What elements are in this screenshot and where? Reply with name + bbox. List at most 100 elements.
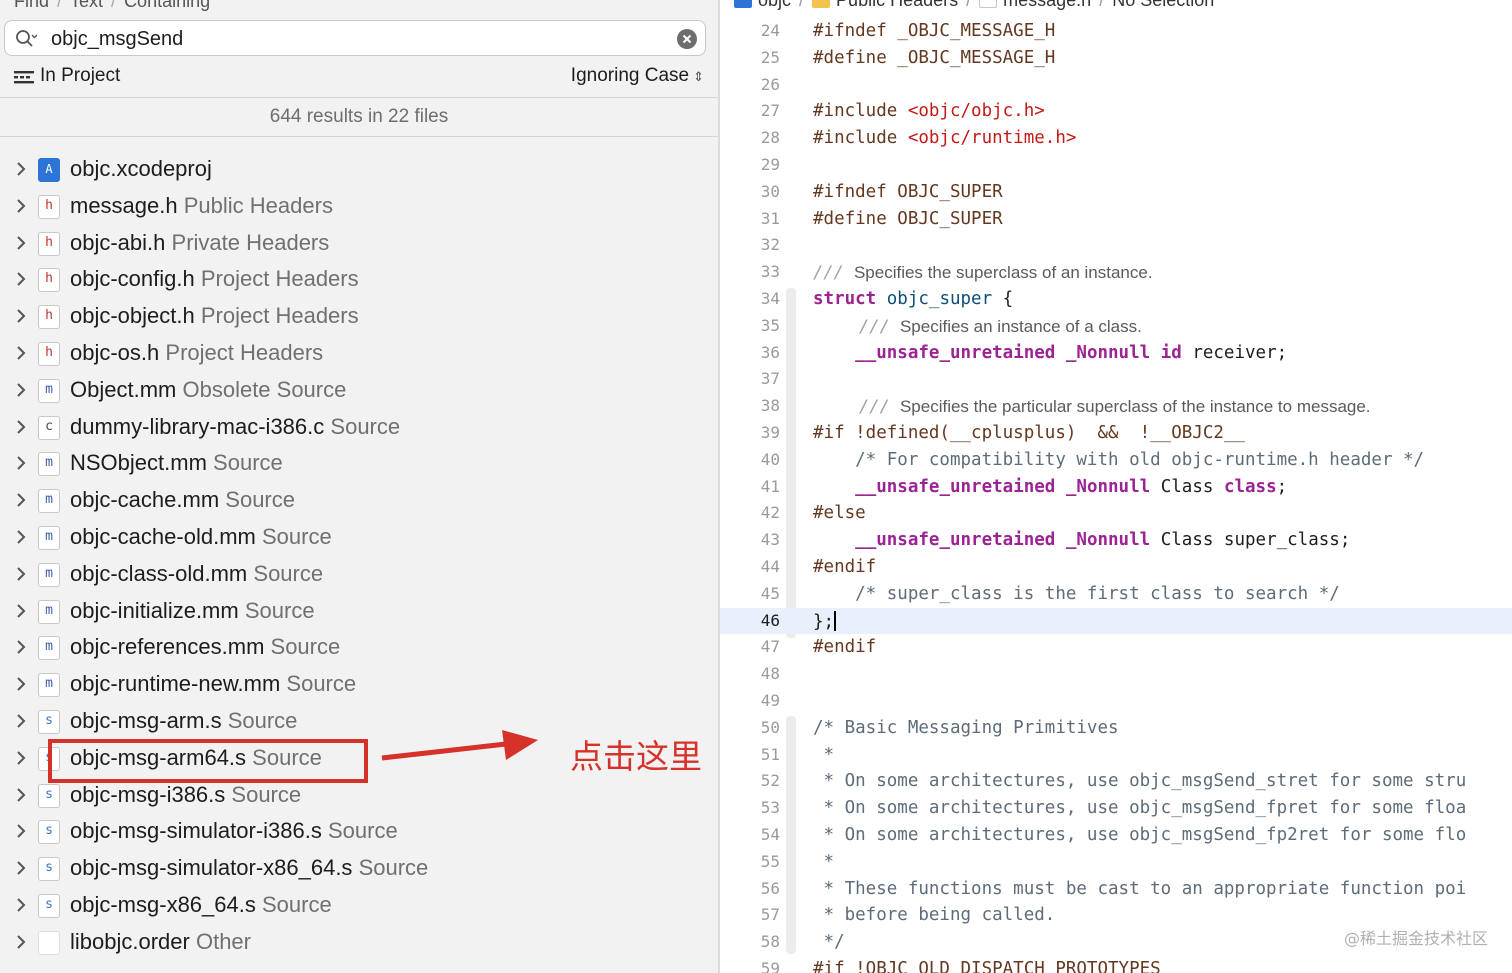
result-row[interactable]: h message.h Public Headers	[0, 189, 718, 226]
disclosure-chevron-icon[interactable]	[14, 787, 28, 803]
disclosure-chevron-icon[interactable]	[14, 235, 28, 251]
result-row[interactable]: m objc-cache-old.mm Source	[0, 520, 718, 557]
result-row[interactable]: s objc-msg-i386.s Source	[0, 778, 718, 815]
code-line[interactable]: 50 /* Basic Messaging Primitives	[720, 715, 1512, 742]
code-line[interactable]: 30 #ifndef OBJC_SUPER	[720, 179, 1512, 206]
result-row[interactable]: m objc-class-old.mm Source	[0, 557, 718, 594]
result-row[interactable]: m Object.mm Obsolete Source	[0, 373, 718, 410]
result-file-label: objc-config.h Project Headers	[70, 266, 359, 292]
disclosure-chevron-icon[interactable]	[14, 823, 28, 839]
code-line[interactable]: 59 #if !OBJC_OLD_DISPATCH_PROTOTYPES	[720, 956, 1512, 973]
scope-list-icon[interactable]	[14, 70, 34, 84]
source-editor[interactable]: objc / Public Headers / message.h / No Selecti…	[720, 0, 1512, 973]
disclosure-chevron-icon[interactable]	[14, 161, 28, 177]
code-line[interactable]: 46};	[720, 607, 1512, 635]
result-row[interactable]: s objc-msg-x86_64.s Source	[0, 888, 718, 925]
file-type-icon: s	[38, 820, 60, 845]
code-line[interactable]: 38 /// Specifies the particular superclas…	[720, 393, 1512, 420]
result-row[interactable]: m NSObject.mm Source	[0, 446, 718, 483]
code-line[interactable]: 36 __unsafe_unretained _Nonnull id recei…	[720, 340, 1512, 367]
jump-bar-selection[interactable]: No Selection	[1112, 0, 1214, 10]
disclosure-chevron-icon[interactable]	[14, 934, 28, 950]
search-scope-button[interactable]: In Project	[40, 65, 120, 87]
result-file-group: Project Headers	[200, 303, 359, 329]
code-line[interactable]: 43 __unsafe_unretained _Nonnull Class su…	[720, 527, 1512, 554]
code-line[interactable]: 54 * On some architectures, use objc_msg…	[720, 822, 1512, 849]
code-line[interactable]: 26	[720, 72, 1512, 99]
disclosure-chevron-icon[interactable]	[14, 603, 28, 619]
disclosure-chevron-icon[interactable]	[14, 271, 28, 287]
search-field[interactable]	[4, 20, 706, 56]
code-line[interactable]: 49	[720, 688, 1512, 715]
disclosure-chevron-icon[interactable]	[14, 566, 28, 582]
code-line[interactable]: 44 #endif	[720, 554, 1512, 581]
disclosure-chevron-icon[interactable]	[14, 529, 28, 545]
code-token: * These functions must be cast to an app…	[813, 878, 1467, 899]
code-line[interactable]: 48	[720, 661, 1512, 688]
disclosure-chevron-icon[interactable]	[14, 419, 28, 435]
result-row[interactable]: h objc-config.h Project Headers	[0, 262, 718, 299]
code-line[interactable]: 34 struct objc_super {	[720, 286, 1512, 313]
search-icon[interactable]	[15, 29, 37, 49]
result-row[interactable]: Aobjc.xcodeproj	[0, 152, 718, 189]
code-line[interactable]: 35 /// Specifies an instance of a class.	[720, 313, 1512, 340]
result-row[interactable]: m objc-initialize.mm Source	[0, 594, 718, 631]
search-input[interactable]	[51, 26, 661, 52]
find-mode-find[interactable]: Find	[14, 0, 49, 11]
disclosure-chevron-icon[interactable]	[14, 860, 28, 876]
disclosure-chevron-icon[interactable]	[14, 345, 28, 361]
code-line[interactable]: 27 #include <objc/objc.h>	[720, 98, 1512, 125]
jump-bar-file[interactable]: message.h	[1003, 0, 1091, 10]
file-type-icon: s	[38, 857, 60, 882]
code-line[interactable]: 28 #include <objc/runtime.h>	[720, 125, 1512, 152]
jump-bar-project[interactable]: objc	[758, 0, 791, 10]
code-line[interactable]: 41 __unsafe_unretained _Nonnull Class cl…	[720, 474, 1512, 501]
disclosure-chevron-icon[interactable]	[14, 750, 28, 766]
code-line[interactable]: 52 * On some architectures, use objc_msg…	[720, 768, 1512, 795]
result-row[interactable]: s objc-msg-simulator-x86_64.s Source	[0, 851, 718, 888]
line-number: 48	[760, 664, 780, 684]
result-row[interactable]: m objc-runtime-new.mm Source	[0, 667, 718, 704]
jump-bar-group[interactable]: Public Headers	[836, 0, 958, 10]
find-mode-text[interactable]: Text	[70, 0, 103, 11]
disclosure-chevron-icon[interactable]	[14, 382, 28, 398]
disclosure-chevron-icon[interactable]	[14, 897, 28, 913]
result-row[interactable]: h objc-abi.h Private Headers	[0, 226, 718, 263]
disclosure-chevron-icon[interactable]	[14, 198, 28, 214]
result-row[interactable]: h objc-os.h Project Headers	[0, 336, 718, 373]
disclosure-chevron-icon[interactable]	[14, 308, 28, 324]
result-row[interactable]: s objc-msg-simulator-i386.s Source	[0, 814, 718, 851]
result-row[interactable]: libobjc.order Other	[0, 925, 718, 962]
code-line[interactable]: 25 #define _OBJC_MESSAGE_H	[720, 45, 1512, 72]
disclosure-chevron-icon[interactable]	[14, 455, 28, 471]
code-line[interactable]: 42 #else	[720, 500, 1512, 527]
disclosure-chevron-icon[interactable]	[14, 639, 28, 655]
code-line[interactable]: 51 *	[720, 742, 1512, 769]
code-line[interactable]: 39 #if !defined(__cplusplus) && !__OBJC2_…	[720, 420, 1512, 447]
clear-search-icon[interactable]	[677, 29, 697, 49]
result-file-group: Source	[262, 892, 332, 917]
find-mode-containing[interactable]: Containing	[124, 0, 210, 11]
code-line[interactable]: 47 #endif	[720, 634, 1512, 661]
code-line[interactable]: 45 /* super_class is the first class to …	[720, 581, 1512, 608]
code-line[interactable]: 37	[720, 366, 1512, 393]
code-line[interactable]: 29	[720, 152, 1512, 179]
code-line[interactable]: 24 #ifndef _OBJC_MESSAGE_H	[720, 18, 1512, 45]
code-line[interactable]: 55 *	[720, 849, 1512, 876]
disclosure-chevron-icon[interactable]	[14, 713, 28, 729]
case-sensitivity-select[interactable]: Ignoring Case ⇕	[571, 65, 704, 87]
code-line[interactable]: 56 * These functions must be cast to an …	[720, 876, 1512, 903]
code-line[interactable]: 33 /// Specifies the superclass of an ins…	[720, 259, 1512, 286]
code-line[interactable]: 53 * On some architectures, use objc_msg…	[720, 795, 1512, 822]
result-row[interactable]: m objc-references.mm Source	[0, 630, 718, 667]
result-row[interactable]: h objc-object.h Project Headers	[0, 299, 718, 336]
find-mode-breadcrumb[interactable]: Find / Text / Containing	[14, 0, 210, 11]
result-row[interactable]: c dummy-library-mac-i386.c Source	[0, 410, 718, 447]
disclosure-chevron-icon[interactable]	[14, 492, 28, 508]
code-line[interactable]: 40 /* For compatibility with old objc-ru…	[720, 447, 1512, 474]
code-line[interactable]: 31 #define OBJC_SUPER	[720, 206, 1512, 233]
code-line[interactable]: 32	[720, 232, 1512, 259]
result-row[interactable]: m objc-cache.mm Source	[0, 483, 718, 520]
disclosure-chevron-icon[interactable]	[14, 676, 28, 692]
